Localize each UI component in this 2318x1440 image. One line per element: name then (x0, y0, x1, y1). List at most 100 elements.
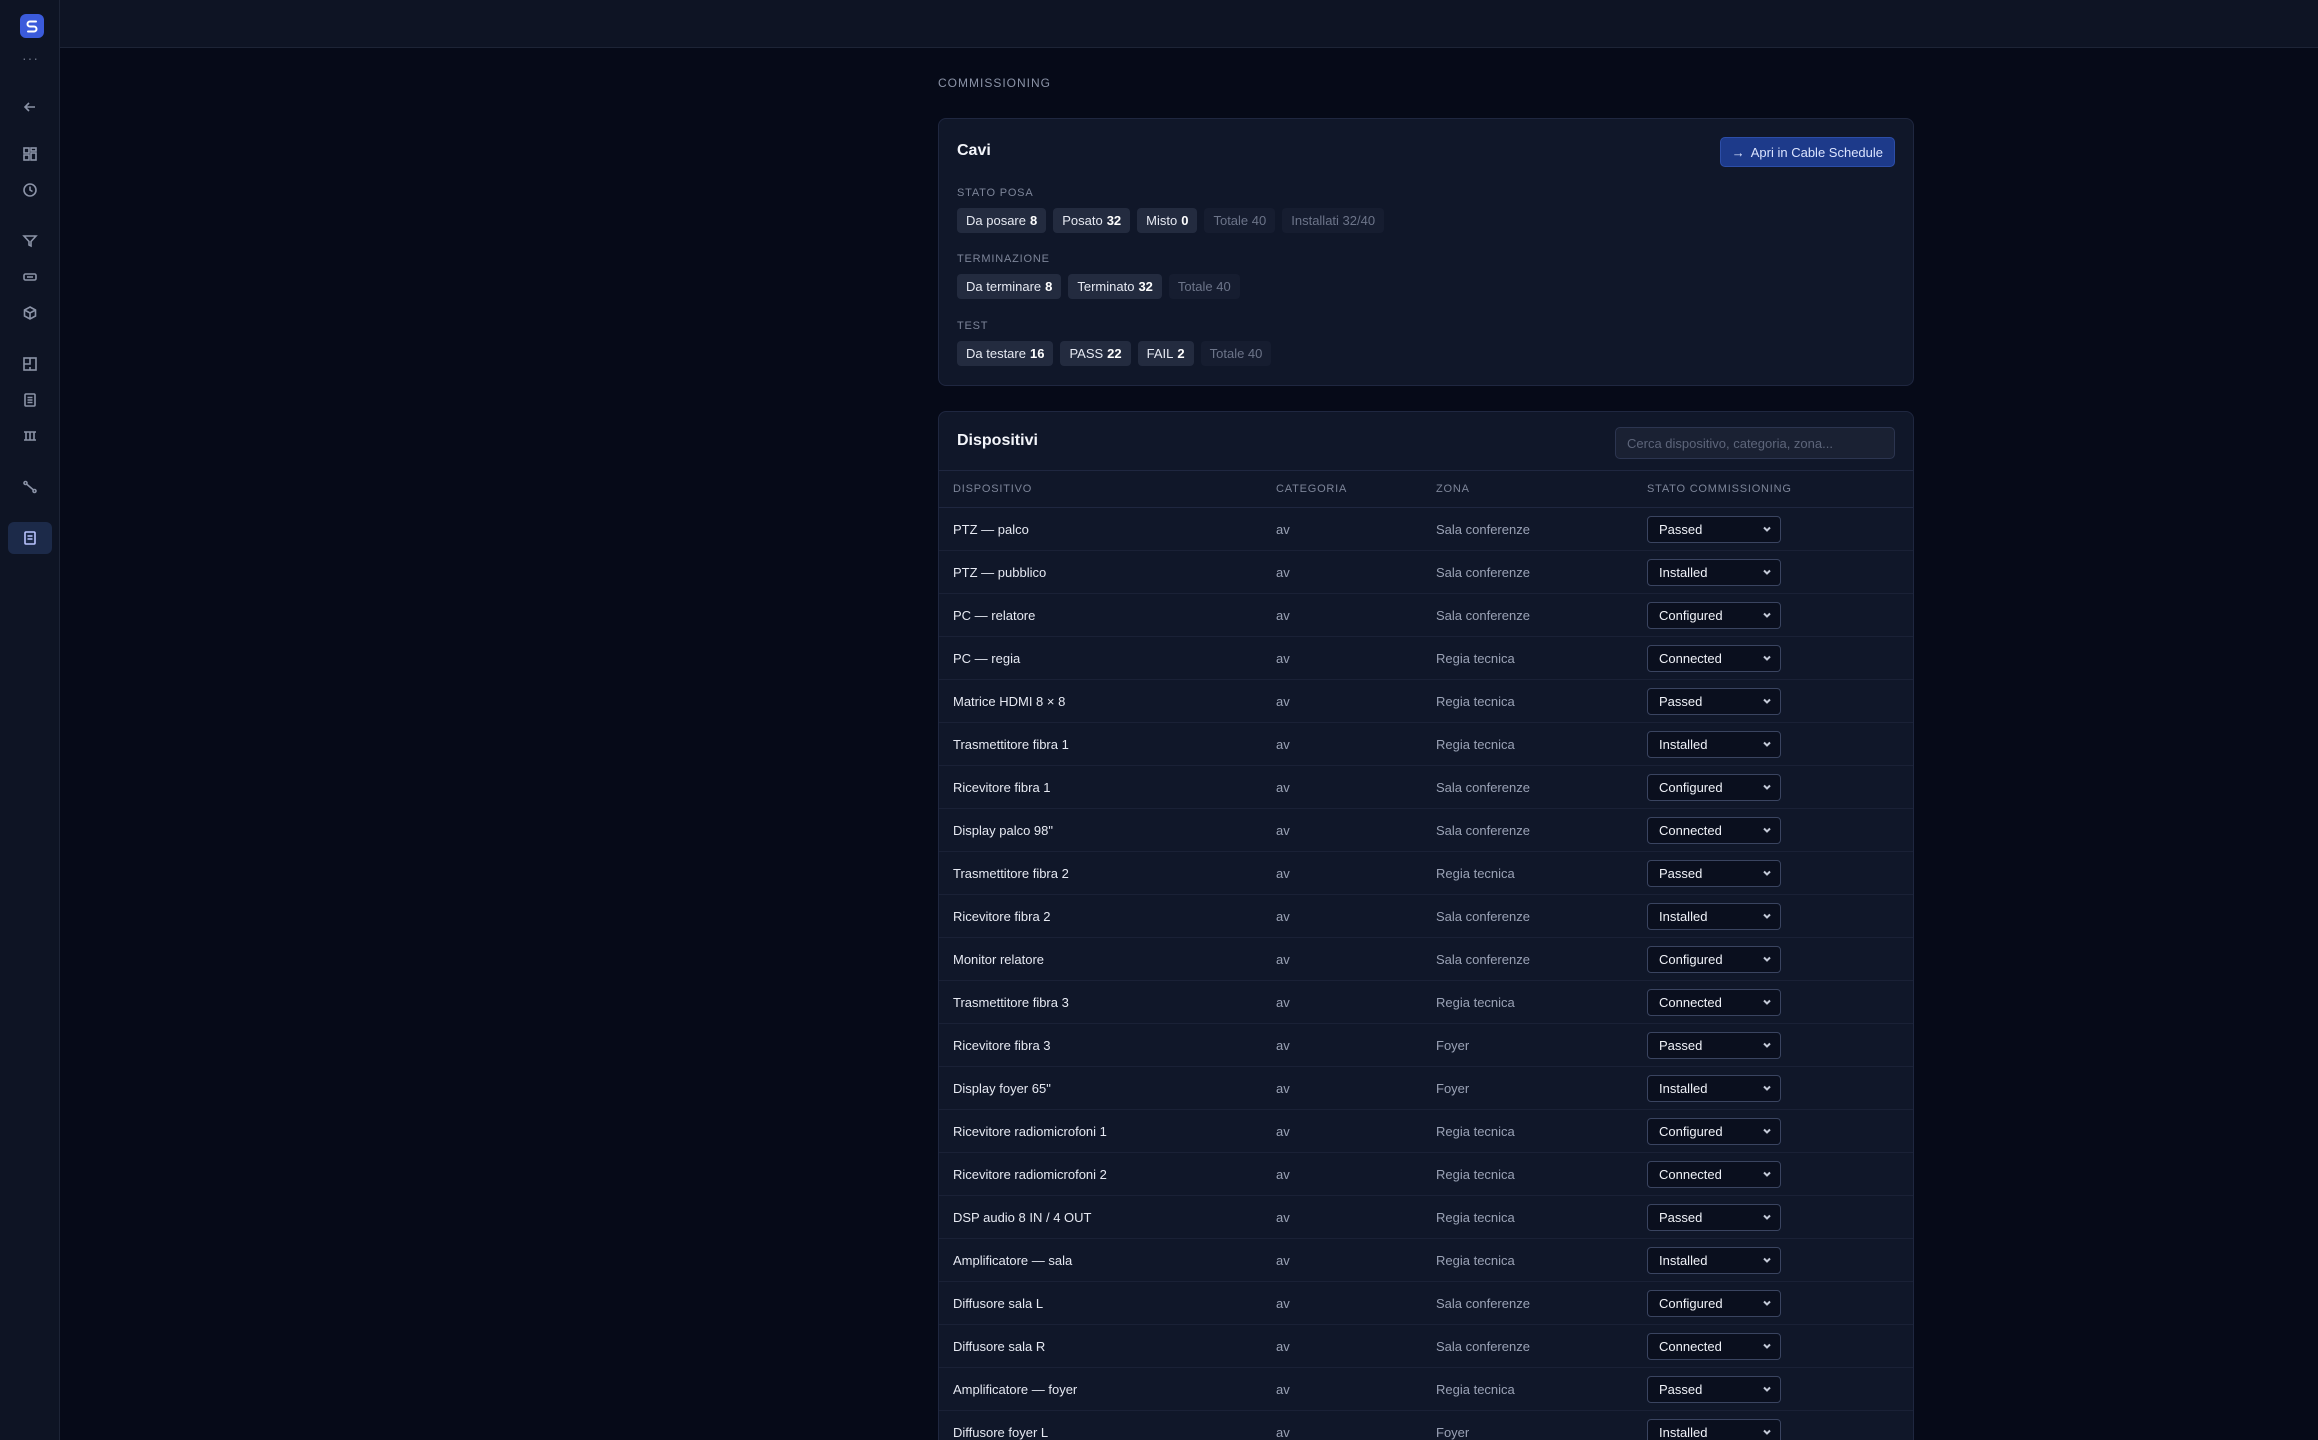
status-select[interactable]: Configured (1647, 1117, 1781, 1145)
device-name: Amplificatore — sala (939, 1238, 1262, 1282)
chevron-down-icon (1763, 698, 1771, 704)
column-header-stato[interactable]: STATO COMMISSIONING (1633, 470, 1913, 508)
table-row[interactable]: Trasmettitore fibra 1 av Regia tecnica Inst… (939, 722, 1913, 766)
status-select[interactable]: Passed (1647, 515, 1781, 543)
status-select[interactable]: Installed (1647, 558, 1781, 586)
table-row[interactable]: DSP audio 8 IN / 4 OUT av Regia tecnica Pas… (939, 1195, 1913, 1239)
table-row[interactable]: Display palco 98" av Sala conferenze Connec… (939, 808, 1913, 852)
status-select[interactable]: Passed (1647, 1031, 1781, 1059)
column-header-categoria[interactable]: CATEGORIA (1262, 470, 1422, 508)
table-row[interactable]: Ricevitore fibra 1 av Sala conferenze Confi… (939, 765, 1913, 809)
stato-posa-label: STATO POSA (957, 187, 1034, 199)
more-icon[interactable]: ··· (22, 50, 39, 66)
table-row[interactable]: Trasmettitore fibra 3 av Regia tecnica Conn… (939, 980, 1913, 1024)
status-select[interactable]: Configured (1647, 945, 1781, 973)
status-select-value: Passed (1659, 1037, 1703, 1053)
search-input[interactable] (1615, 427, 1895, 459)
device-zone: Foyer (1422, 1066, 1633, 1110)
status-select-value: Installed (1659, 736, 1708, 752)
table-row[interactable]: PC — relatore av Sala conferenze Configured (939, 593, 1913, 637)
table-row[interactable]: Diffusore sala Rav Sala conferenze Connect… (939, 1324, 1913, 1368)
chip-totale: Totale 40 (1200, 341, 1272, 366)
list-doc-icon[interactable] (8, 384, 52, 416)
device-category: av (1262, 636, 1422, 680)
ticket-icon[interactable] (8, 261, 52, 293)
table-row[interactable]: Ricevitore radiomicrofoni 2 av Regia tecni… (939, 1152, 1913, 1196)
table-row[interactable]: Diffusore sala Lav Sala conferenze Configu… (939, 1281, 1913, 1325)
device-zone: Regia tecnica (1422, 1109, 1633, 1153)
chip-da-testare: Da testare 16 (957, 341, 1054, 366)
filter-funnel-icon[interactable] (8, 225, 52, 257)
status-select[interactable]: Configured (1647, 773, 1781, 801)
status-select[interactable]: Passed (1647, 859, 1781, 887)
table-row[interactable]: Diffusore foyer Lav Foyer Installed (939, 1410, 1913, 1440)
column-header-zona[interactable]: ZONA (1422, 470, 1633, 508)
table-row[interactable]: Matrice HDMI 8 × 8 av Regia tecnica Passed (939, 679, 1913, 723)
commissioning-icon[interactable] (8, 522, 52, 554)
status-select-value: Passed (1659, 521, 1703, 537)
device-name: Diffusore sala R (939, 1324, 1262, 1368)
device-name: Ricevitore fibra 1 (939, 765, 1262, 809)
device-name: Matrice HDMI 8 × 8 (939, 679, 1262, 723)
cube-icon[interactable] (8, 297, 52, 329)
chip-da-posare: Da posare 8 (957, 208, 1047, 233)
device-name: PC — relatore (939, 593, 1262, 637)
status-select[interactable]: Installed (1647, 730, 1781, 758)
table-row[interactable]: Trasmettitore fibra 2 av Regia tecnica Pass… (939, 851, 1913, 895)
device-name: Display foyer 65" (939, 1066, 1262, 1110)
device-zone: Sala conferenze (1422, 1281, 1633, 1325)
table-row[interactable]: Display foyer 65" av Foyer Installed (939, 1066, 1913, 1110)
chevron-down-icon (1763, 655, 1771, 661)
status-select[interactable]: Passed (1647, 687, 1781, 715)
open-cable-schedule-button[interactable]: → Apri in Cable Schedule (1719, 137, 1895, 167)
status-select-value: Passed (1659, 865, 1703, 881)
device-zone: Regia tecnica (1422, 980, 1633, 1024)
device-category: av (1262, 1109, 1422, 1153)
device-status-cell: Connected (1633, 808, 1913, 852)
cable-icon[interactable] (8, 471, 52, 503)
status-select[interactable]: Configured (1647, 1289, 1781, 1317)
rack-icon[interactable] (8, 420, 52, 452)
table-row[interactable]: PC — regia av Regia tecnica Connected (939, 636, 1913, 680)
status-select[interactable]: Passed (1647, 1375, 1781, 1403)
table-row[interactable]: Amplificatore — sala av Regia tecnica Insta… (939, 1238, 1913, 1282)
device-status-cell: Installed (1633, 1066, 1913, 1110)
table-row[interactable]: Ricevitore radiomicrofoni 1 av Regia tecni… (939, 1109, 1913, 1153)
dashboard-icon[interactable] (8, 138, 52, 170)
status-select[interactable]: Installed (1647, 1074, 1781, 1102)
status-select[interactable]: Installed (1647, 1246, 1781, 1274)
column-header-dispositivo[interactable]: DISPOSITIVO (939, 470, 1262, 508)
app-logo[interactable] (20, 14, 44, 38)
status-select[interactable]: Configured (1647, 601, 1781, 629)
status-select[interactable]: Installed (1647, 1418, 1781, 1440)
chip-pass: PASS 22 (1060, 341, 1131, 366)
status-select[interactable]: Connected (1647, 988, 1781, 1016)
status-select[interactable]: Passed (1647, 1203, 1781, 1231)
floorplan-icon[interactable] (8, 348, 52, 380)
table-row[interactable]: Amplificatore — foyer av Regia tecnica Pass… (939, 1367, 1913, 1411)
status-select-value: Configured (1659, 607, 1723, 623)
status-select[interactable]: Connected (1647, 816, 1781, 844)
table-row[interactable]: PTZ — pubblico av Sala conferenze Installed (939, 550, 1913, 594)
chip-totale: Totale 40 (1168, 274, 1240, 299)
status-select[interactable]: Installed (1647, 902, 1781, 930)
device-name: PTZ — pubblico (939, 550, 1262, 594)
page-title: COMMISSIONING (938, 76, 1052, 90)
table-row[interactable]: PTZ — palco av Sala conferenze Passed (939, 507, 1913, 551)
back-arrow-icon[interactable] (8, 91, 52, 123)
table-row[interactable]: Ricevitore fibra 2 av Sala conferenze Insta… (939, 894, 1913, 938)
device-zone: Regia tecnica (1422, 1152, 1633, 1196)
clock-icon[interactable] (8, 174, 52, 206)
status-select[interactable]: Connected (1647, 1160, 1781, 1188)
status-select[interactable]: Connected (1647, 644, 1781, 672)
chevron-down-icon (1763, 956, 1771, 962)
status-select[interactable]: Connected (1647, 1332, 1781, 1360)
sidebar: ··· (0, 0, 60, 1440)
chevron-down-icon (1763, 999, 1771, 1005)
table-row[interactable]: Monitor relatore av Sala conferenze Configu… (939, 937, 1913, 981)
status-select-value: Passed (1659, 1381, 1703, 1397)
chevron-down-icon (1763, 569, 1771, 575)
status-select-value: Configured (1659, 779, 1723, 795)
table-row[interactable]: Ricevitore fibra 3 av Foyer Passed (939, 1023, 1913, 1067)
dispositivi-title: Dispositivi (957, 432, 1038, 449)
